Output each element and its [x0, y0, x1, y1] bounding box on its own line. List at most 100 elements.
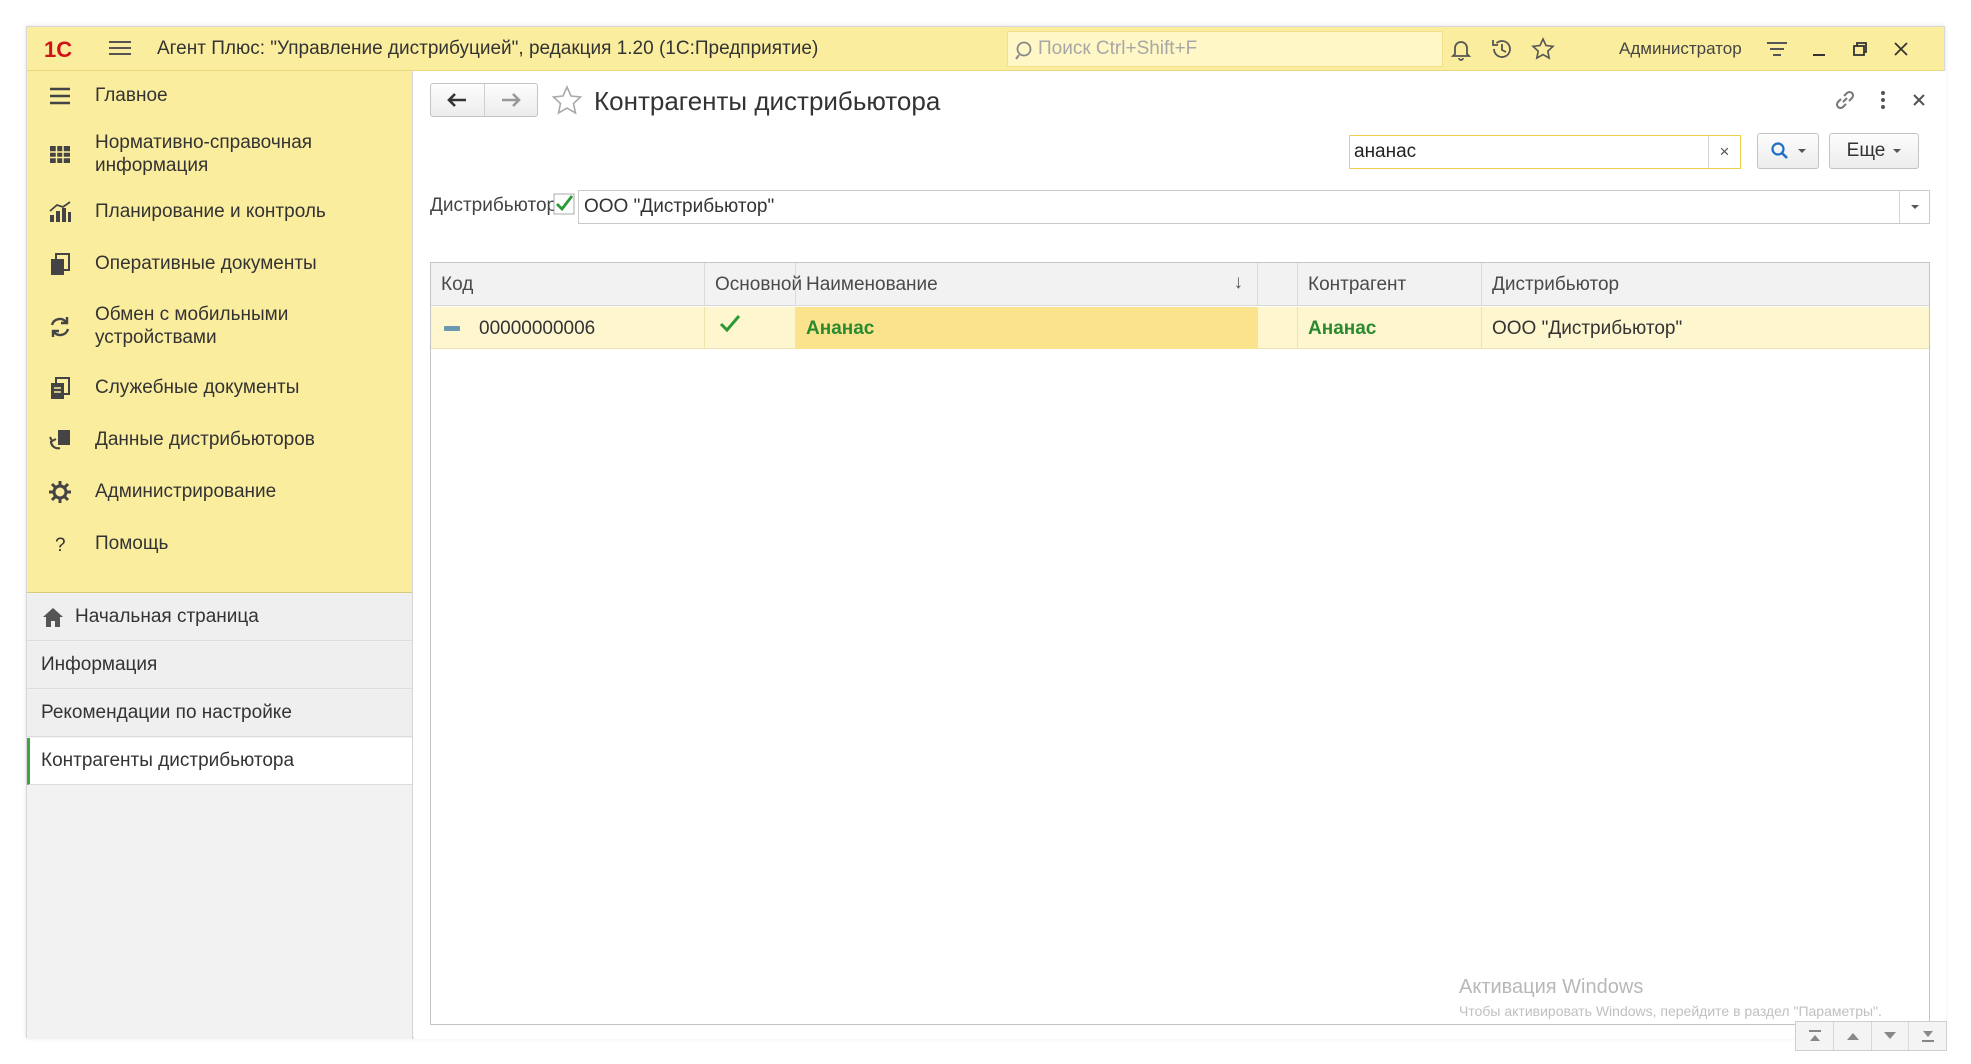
section-planning[interactable]: Планирование и контроль — [27, 197, 412, 227]
more-button[interactable]: Еще — [1829, 133, 1919, 169]
back-button[interactable] — [431, 84, 484, 116]
search-input[interactable] — [1354, 139, 1694, 165]
form-content: Контрагенты дистрибьютора × — [414, 71, 1946, 1039]
chevron-down-icon — [1893, 149, 1902, 153]
column-header-main[interactable]: Основной — [705, 263, 802, 306]
row-state-icon — [444, 326, 460, 331]
column-header-name[interactable]: Наименование ↓ — [796, 263, 1258, 306]
arrow-right-icon — [501, 93, 521, 107]
title-bar: 1С Агент Плюс: "Управление дистрибуцией"… — [27, 27, 1944, 71]
table-row[interactable]: 00000000006 Ананас Ананас ООО "Дистрибью… — [431, 307, 1929, 349]
open-window-home[interactable]: Начальная страница — [27, 594, 412, 641]
column-header-extra[interactable] — [1258, 263, 1298, 306]
documents-icon — [51, 253, 70, 275]
section-label: Главное — [95, 85, 168, 106]
open-window-info[interactable]: Информация — [27, 642, 412, 689]
section-help[interactable]: ? Помощь — [27, 529, 412, 559]
sidebar: Главное Нормативно-справочная информация — [27, 71, 413, 1039]
global-search[interactable] — [1007, 31, 1443, 67]
arrow-left-icon — [447, 93, 467, 107]
close-form-icon[interactable] — [1906, 87, 1932, 113]
cell-distributor: ООО "Дистрибьютор" — [1492, 318, 1683, 339]
user-name[interactable]: Администратор — [1619, 39, 1742, 59]
section-label: Данные дистрибьюторов — [95, 429, 315, 450]
section-label: Планирование и контроль — [95, 201, 326, 222]
scroll-to-top-button[interactable] — [1796, 1022, 1833, 1050]
open-window-label: Начальная страница — [75, 606, 259, 627]
1c-logo-icon[interactable]: 1С — [43, 35, 91, 63]
cell-name[interactable]: Ананас — [796, 307, 1258, 349]
cell-extra — [1258, 307, 1298, 349]
clear-search-button[interactable]: × — [1708, 136, 1740, 168]
open-window-label: Рекомендации по настройке — [41, 702, 292, 723]
column-header-code[interactable]: Код — [431, 263, 705, 306]
section-label: Нормативно-справочная информация — [95, 132, 313, 176]
scroll-top-icon — [1808, 1030, 1821, 1041]
favorite-star-icon[interactable] — [550, 84, 584, 118]
cell-code-value: 00000000006 — [479, 318, 596, 339]
page-title: Контрагенты дистрибьютора — [594, 86, 941, 116]
section-label: Обмен с мобильными устройствами — [95, 304, 289, 348]
svg-text:?: ? — [55, 535, 66, 556]
section-distributor-data[interactable]: Данные дистрибьюторов — [27, 425, 412, 455]
scroll-to-bottom-button[interactable] — [1908, 1022, 1946, 1050]
open-window-label: Контрагенты дистрибьютора — [41, 750, 295, 771]
open-window-label: Информация — [41, 654, 158, 675]
distributor-filter-field[interactable]: ООО "Дистрибьютор" — [578, 190, 1930, 224]
open-window-distributor-counterparties[interactable]: Контрагенты дистрибьютора — [27, 738, 412, 785]
checkmark-icon — [719, 315, 741, 333]
open-window-recommendations[interactable]: Рекомендации по настройке — [27, 690, 412, 737]
bell-icon[interactable] — [1448, 36, 1474, 62]
cell-code: 00000000006 — [431, 307, 705, 349]
section-label: Помощь — [95, 533, 169, 554]
more-button-label: Еще — [1846, 140, 1886, 161]
column-header-counterparty[interactable]: Контрагент — [1298, 263, 1482, 306]
sync-icon — [50, 317, 70, 337]
distributor-data-icon — [49, 430, 70, 450]
section-label: Администрирование — [95, 481, 277, 502]
link-icon[interactable] — [1832, 87, 1858, 113]
main-menu-icon[interactable] — [107, 37, 133, 61]
restore-icon[interactable] — [1847, 36, 1873, 62]
section-label: Оперативные документы — [95, 253, 317, 274]
gear-icon — [49, 481, 71, 503]
section-operational-docs[interactable]: Оперативные документы — [27, 249, 412, 279]
chevron-down-icon — [1910, 205, 1919, 209]
section-service-docs[interactable]: Служебные документы — [27, 373, 412, 403]
chart-icon — [49, 201, 71, 222]
cell-main — [705, 307, 796, 349]
distributor-filter-checkbox[interactable] — [553, 193, 575, 215]
service-docs-icon — [51, 377, 70, 399]
cell-counterparty[interactable]: Ананас — [1298, 307, 1482, 349]
app-window: 1С Агент Плюс: "Управление дистрибуцией"… — [26, 26, 1947, 1051]
section-reference[interactable]: Нормативно-справочная информация — [27, 129, 412, 179]
minimize-icon[interactable] — [1806, 36, 1832, 62]
more-vertical-icon[interactable] — [1870, 87, 1896, 113]
global-search-input[interactable] — [1038, 36, 1434, 62]
table-header: Код Основной Наименование ↓ Контрагент Д… — [431, 263, 1929, 306]
forward-button[interactable] — [483, 84, 537, 116]
logo-text: 1С — [44, 37, 72, 62]
counterparties-table[interactable]: Код Основной Наименование ↓ Контрагент Д… — [430, 262, 1930, 1025]
home-icon — [43, 608, 63, 627]
distributor-dropdown-button[interactable] — [1899, 191, 1929, 223]
windows-activation-title: Активация Windows — [1459, 976, 1644, 998]
scroll-down-button[interactable] — [1870, 1022, 1909, 1050]
app-title: Агент Плюс: "Управление дистрибуцией", р… — [157, 38, 819, 59]
close-icon[interactable] — [1888, 36, 1914, 62]
menu-icon — [50, 87, 70, 105]
distributor-filter-label: Дистрибьютор: — [430, 195, 563, 216]
section-mobile-exchange[interactable]: Обмен с мобильными устройствами — [27, 301, 412, 351]
scroll-bottom-icon — [1921, 1031, 1934, 1042]
section-administration[interactable]: Администрирование — [27, 477, 412, 507]
column-header-distributor[interactable]: Дистрибьютор — [1482, 263, 1929, 306]
search-icon — [1015, 41, 1032, 60]
section-main[interactable]: Главное — [27, 81, 412, 111]
scroll-down-icon — [1884, 1032, 1897, 1039]
scroll-up-button[interactable] — [1833, 1022, 1871, 1050]
search-button[interactable] — [1757, 133, 1819, 169]
star-icon[interactable] — [1530, 36, 1556, 62]
settings-icon[interactable] — [1764, 36, 1790, 62]
history-icon[interactable] — [1489, 36, 1515, 62]
search-field[interactable]: × — [1349, 135, 1741, 169]
